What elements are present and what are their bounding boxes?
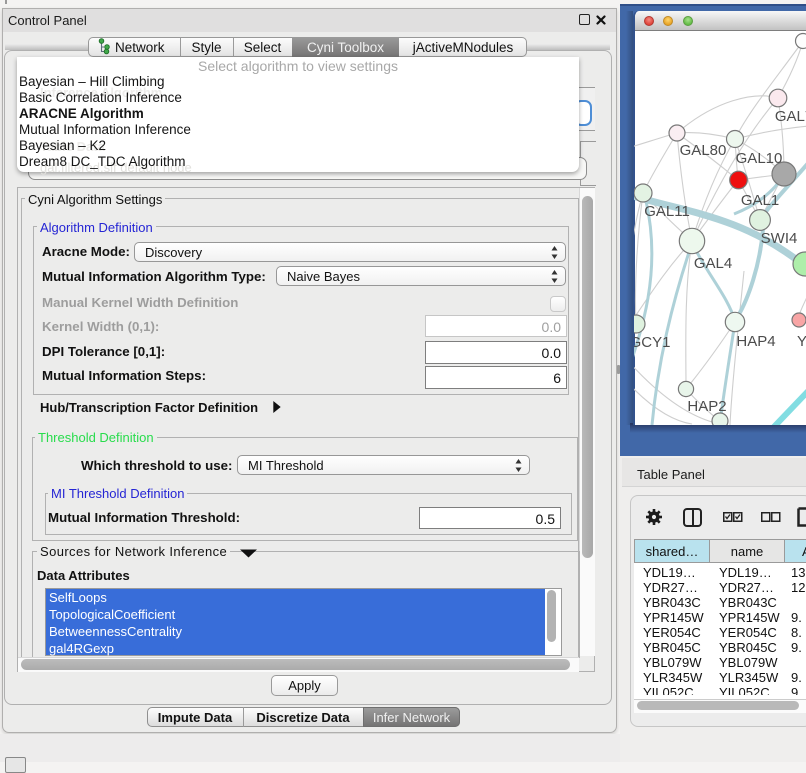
svg-text:SWI4: SWI4 [761,230,798,247]
svg-text:HAP4: HAP4 [736,333,775,350]
svg-text:Y: Y [797,333,806,350]
svg-text:GAL1: GAL1 [741,192,779,209]
svg-text:GAL4: GAL4 [694,255,732,272]
svg-text:GCY1: GCY1 [634,334,670,351]
svg-text:GAL7: GAL7 [775,108,806,125]
svg-text:GAL80: GAL80 [680,142,727,159]
svg-text:GAL11: GAL11 [644,203,690,220]
svg-text:HAP2: HAP2 [687,398,726,415]
svg-text:GAL10: GAL10 [736,150,783,167]
